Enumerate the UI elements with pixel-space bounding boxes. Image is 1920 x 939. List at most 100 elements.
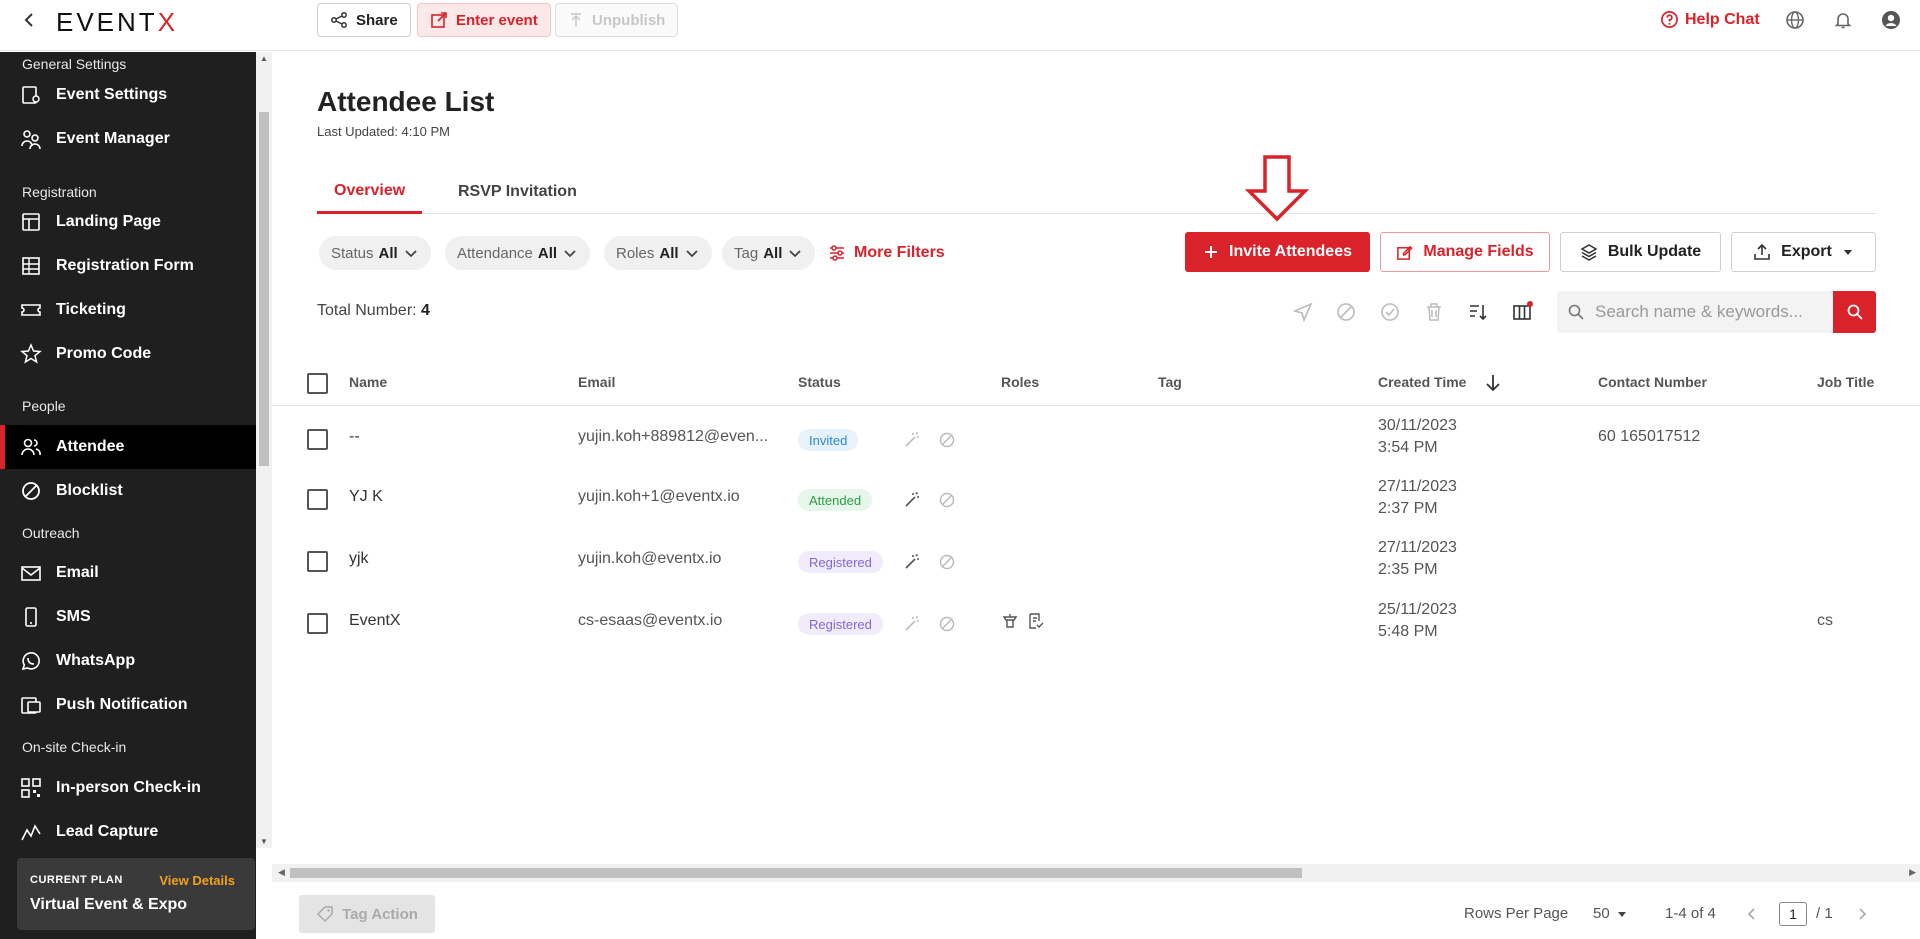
block-icon[interactable] (938, 553, 956, 571)
sidebar-item-label: SMS (56, 608, 91, 625)
globe-icon[interactable] (1785, 10, 1805, 30)
magic-wand-icon[interactable] (903, 491, 921, 509)
row-checkbox[interactable] (307, 551, 328, 572)
manage-fields-button[interactable]: Manage Fields (1380, 232, 1550, 272)
eventx-logo: EVENTX (56, 7, 179, 37)
sort-icon[interactable] (1467, 301, 1489, 323)
cell-created-date: 30/11/2023 (1378, 417, 1457, 434)
sidebar-item-promo-code[interactable]: Promo Code (0, 332, 256, 376)
cell-job-title: cs (1817, 612, 1833, 629)
trash-icon[interactable] (1423, 301, 1445, 323)
header-contact-number[interactable]: Contact Number (1598, 374, 1707, 390)
previous-page-icon[interactable] (1744, 906, 1760, 922)
block-icon[interactable] (938, 615, 956, 633)
sidebar-item-event-settings[interactable]: Event Settings (0, 73, 256, 117)
header-job-title[interactable]: Job Title (1817, 374, 1874, 390)
sidebar-item-sms[interactable]: SMS (0, 595, 256, 639)
last-updated: Last Updated: 4:10 PM (317, 124, 450, 139)
caret-down-icon (1843, 250, 1852, 255)
magic-wand-icon[interactable] (903, 615, 921, 633)
table-row[interactable]: EventX cs-esaas@eventx.io Registered 25/… (272, 599, 1920, 661)
sidebar-item-label: Event Settings (56, 86, 168, 103)
row-checkbox[interactable] (307, 489, 328, 510)
cell-created-time: 5:48 PM (1378, 623, 1438, 640)
bulk-update-button[interactable]: Bulk Update (1560, 232, 1721, 272)
block-icon[interactable] (1335, 301, 1357, 323)
table-row[interactable]: yjk yujin.koh@eventx.io Registered 27/11… (272, 537, 1920, 599)
search-button[interactable] (1833, 291, 1876, 333)
sidebar-item-push-notification[interactable]: Push Notification (0, 683, 256, 727)
upload-icon (1754, 243, 1770, 260)
filter-label: Tag (734, 244, 759, 262)
next-page-icon[interactable] (1854, 906, 1870, 922)
header-created-time[interactable]: Created Time (1378, 374, 1466, 390)
status-filter[interactable]: Status All (319, 236, 431, 270)
block-icon[interactable] (938, 431, 956, 449)
scroll-left-arrow[interactable]: ◀ (278, 867, 285, 878)
view-details-link[interactable]: View Details (159, 873, 235, 888)
roles-filter[interactable]: Roles All (604, 236, 712, 270)
sidebar-item-lead-capture[interactable]: Lead Capture (0, 810, 256, 854)
more-filters-label: More Filters (854, 244, 945, 261)
check-circle-icon[interactable] (1379, 301, 1401, 323)
header-roles[interactable]: Roles (1001, 374, 1039, 390)
header-tag[interactable]: Tag (1158, 374, 1182, 390)
tab-overview[interactable]: Overview (317, 170, 423, 214)
block-icon (22, 482, 40, 500)
magic-wand-icon[interactable] (903, 431, 921, 449)
enter-event-button[interactable]: Enter event (417, 3, 551, 37)
sidebar-item-registration-form[interactable]: Registration Form (0, 244, 256, 288)
user-avatar-icon[interactable] (1881, 10, 1901, 30)
attendance-filter[interactable]: Attendance All (445, 236, 591, 270)
header-name[interactable]: Name (349, 374, 387, 390)
row-checkbox[interactable] (307, 429, 328, 450)
block-icon[interactable] (938, 491, 956, 509)
magic-wand-icon[interactable] (903, 553, 921, 571)
sidebar-item-blocklist[interactable]: Blocklist (0, 469, 256, 513)
help-chat-label: Help Chat (1685, 10, 1760, 28)
share-button[interactable]: Share (317, 3, 411, 37)
table-horizontal-scrollbar[interactable]: ◀ ▶ (272, 864, 1920, 882)
columns-icon[interactable] (1511, 301, 1533, 323)
back-chevron-icon[interactable] (20, 10, 40, 30)
page-number-input[interactable]: 1 (1779, 902, 1807, 926)
more-filters-button[interactable]: More Filters (828, 244, 945, 262)
rows-per-page-select[interactable]: 50 (1593, 905, 1628, 922)
invite-attendees-button[interactable]: Invite Attendees (1185, 232, 1370, 272)
sidebar-scrollbar[interactable]: ▲ ▼ (256, 52, 272, 848)
horizontal-scroll-thumb[interactable] (290, 868, 1302, 878)
select-all-checkbox[interactable] (307, 373, 328, 394)
unpublish-button[interactable]: Unpublish (555, 3, 679, 37)
bell-icon[interactable] (1833, 10, 1853, 30)
send-icon[interactable] (1292, 301, 1314, 323)
scroll-up-arrow[interactable]: ▲ (260, 54, 268, 63)
sidebar-item-attendee[interactable]: Attendee (0, 425, 256, 469)
tab-rsvp-invitation[interactable]: RSVP Invitation (441, 170, 594, 214)
header-status[interactable]: Status (798, 374, 841, 390)
help-chat-link[interactable]: Help Chat (1660, 10, 1760, 29)
sidebar-item-whatsapp[interactable]: WhatsApp (0, 639, 256, 683)
scroll-right-arrow[interactable]: ▶ (1909, 867, 1916, 878)
tag-filter[interactable]: Tag All (722, 236, 816, 270)
table-row[interactable]: -- yujin.koh+889812@even... Invited 30/1… (272, 414, 1920, 476)
table-row[interactable]: YJ K yujin.koh+1@eventx.io Attended 27/1… (272, 476, 1920, 538)
sidebar-item-label: Blocklist (56, 482, 123, 499)
cell-name: EventX (349, 612, 401, 629)
sidebar-scroll-thumb[interactable] (259, 112, 269, 466)
sidebar-item-landing-page[interactable]: Landing Page (0, 200, 256, 244)
export-button[interactable]: Export (1731, 232, 1876, 272)
total-label: Total Number: (317, 302, 417, 319)
search-input[interactable] (1595, 302, 1815, 322)
sidebar-item-event-manager[interactable]: Event Manager (0, 117, 256, 161)
layout-icon (22, 213, 40, 231)
scroll-down-arrow[interactable]: ▼ (260, 837, 268, 846)
tag-action-button[interactable]: Tag Action (299, 895, 435, 933)
sidebar-item-inperson-checkin[interactable]: In-person Check-in (0, 766, 256, 810)
sidebar-item-ticketing[interactable]: Ticketing (0, 288, 256, 332)
filter-label: Attendance (457, 244, 533, 262)
plus-icon (1205, 246, 1217, 258)
sort-down-arrow-icon[interactable] (1484, 373, 1502, 393)
header-email[interactable]: Email (578, 374, 615, 390)
row-checkbox[interactable] (307, 613, 328, 634)
sidebar-item-email[interactable]: Email (0, 551, 256, 595)
